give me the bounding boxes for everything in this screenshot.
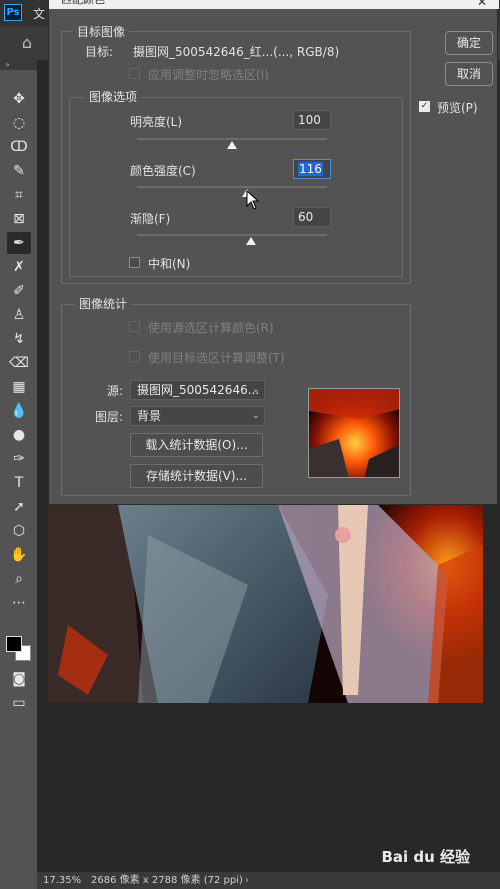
path-select-tool-icon[interactable]: ➚	[7, 496, 31, 518]
use-target-selection-label: 使用目标选区计算调整(T)	[148, 351, 285, 365]
mouse-cursor-icon	[246, 190, 260, 210]
luminance-label: 明亮度(L)	[130, 115, 183, 129]
frame-tool-icon[interactable]: ⊠	[7, 208, 31, 230]
quick-select-tool-icon[interactable]: ✎	[7, 160, 31, 182]
neutralize-label: 中和(N)	[148, 257, 191, 271]
hand-tool-icon[interactable]: ✋	[7, 544, 31, 566]
lasso-tool-icon[interactable]: ↀ	[7, 136, 31, 158]
use-target-selection-checkbox[interactable]	[129, 351, 140, 362]
fade-slider-thumb[interactable]	[246, 237, 256, 245]
target-value: 摄图网_500542646_红...(..., RGB/8)	[133, 45, 340, 59]
zoom-level[interactable]: 17.35%	[43, 872, 81, 889]
fade-slider-track[interactable]	[137, 234, 327, 236]
toolbar-collapse-icon[interactable]: »	[0, 60, 37, 70]
document-size: 2686 像素 x 2788 像素 (72 ppi)	[91, 875, 243, 886]
menu-file[interactable]: 文	[33, 5, 45, 22]
chevron-down-icon: ⌄	[251, 410, 260, 421]
brush-tool-icon[interactable]: ✐	[7, 280, 31, 302]
layer-label: 图层:	[95, 410, 124, 424]
save-statistics-button[interactable]: 存储统计数据(V)...	[130, 464, 263, 488]
use-source-selection-label: 使用源选区计算颜色(R)	[148, 321, 274, 335]
luminance-slider-thumb[interactable]	[227, 141, 237, 149]
ignore-selection-checkbox[interactable]	[129, 68, 140, 79]
eraser-tool-icon[interactable]: ⌫	[7, 352, 31, 374]
match-color-dialog: 匹配颜色 ✕ 目标图像 目标: 摄图网_500542646_红...(..., …	[48, 0, 499, 505]
screen-mode-icon[interactable]: ▭	[7, 692, 31, 714]
pen-tool-icon[interactable]: ✑	[7, 448, 31, 470]
color-intensity-slider-track[interactable]	[137, 186, 327, 188]
color-intensity-input[interactable]: 116	[293, 159, 331, 179]
home-icon[interactable]: ⌂	[12, 32, 42, 54]
target-image-group-title: 目标图像	[73, 23, 130, 40]
dodge-tool-icon[interactable]: ●	[7, 424, 31, 446]
photoshop-logo: Ps	[4, 4, 22, 21]
use-source-selection-checkbox[interactable]	[129, 321, 140, 332]
source-thumbnail-image	[308, 388, 400, 478]
gradient-tool-icon[interactable]: ▦	[7, 376, 31, 398]
foreground-color-swatch[interactable]	[6, 636, 22, 652]
image-statistics-group-title: 图像统计	[75, 295, 132, 312]
layer-select-value: 背景	[137, 409, 162, 423]
color-intensity-value: 116	[298, 162, 323, 176]
stamp-tool-icon[interactable]: ♙	[7, 304, 31, 326]
eyedropper-tool-icon[interactable]: ✒	[7, 232, 31, 254]
type-tool-icon[interactable]: T	[7, 472, 31, 494]
ok-button[interactable]: 确定	[445, 31, 493, 55]
status-bar: 17.35% 2686 像素 x 2788 像素 (72 ppi) ›	[37, 872, 500, 889]
history-brush-tool-icon[interactable]: ↯	[7, 328, 31, 350]
ignore-selection-label: 应用调整时忽略选区(I)	[148, 68, 269, 82]
source-label: 源:	[107, 384, 124, 398]
chevron-down-icon: ⌄	[251, 384, 260, 395]
baidu-watermark: Bai du 经验	[381, 848, 470, 866]
source-select-value: 摄图网_500542646...	[137, 383, 260, 397]
move-tool-icon[interactable]: ✥	[7, 88, 31, 110]
fade-input[interactable]: 60	[293, 207, 331, 227]
layer-select[interactable]: 背景 ⌄	[130, 406, 265, 426]
marquee-tool-icon[interactable]: ◌	[7, 112, 31, 134]
more-tools-icon[interactable]: ⋯	[7, 592, 31, 614]
crop-tool-icon[interactable]: ⌗	[7, 184, 31, 206]
shape-tool-icon[interactable]: ⬡	[7, 520, 31, 542]
fade-label: 渐隐(F)	[130, 212, 171, 226]
luminance-input[interactable]: 100	[293, 110, 331, 130]
cancel-button[interactable]: 取消	[445, 62, 493, 86]
blur-tool-icon[interactable]: 💧	[7, 400, 31, 422]
healing-tool-icon[interactable]: ✗	[7, 256, 31, 278]
status-menu-arrow-icon[interactable]: ›	[245, 872, 249, 889]
load-statistics-button[interactable]: 载入统计数据(O)...	[130, 433, 263, 457]
color-intensity-label: 颜色强度(C)	[130, 164, 196, 178]
document-canvas-image[interactable]	[48, 505, 483, 703]
source-select[interactable]: 摄图网_500542646... ⌄	[130, 380, 265, 400]
zoom-tool-icon[interactable]: ⌕	[7, 568, 31, 590]
quick-mask-icon[interactable]: ◙	[7, 668, 31, 690]
target-label: 目标:	[85, 45, 114, 59]
preview-checkbox[interactable]: ✓	[419, 101, 430, 112]
dialog-title: 匹配颜色	[49, 0, 499, 9]
luminance-slider-track[interactable]	[137, 138, 327, 140]
preview-label: 预览(P)	[437, 101, 478, 115]
neutralize-checkbox[interactable]	[129, 257, 140, 268]
image-options-group-title: 图像选项	[85, 88, 142, 105]
close-icon[interactable]: ✕	[477, 0, 487, 9]
